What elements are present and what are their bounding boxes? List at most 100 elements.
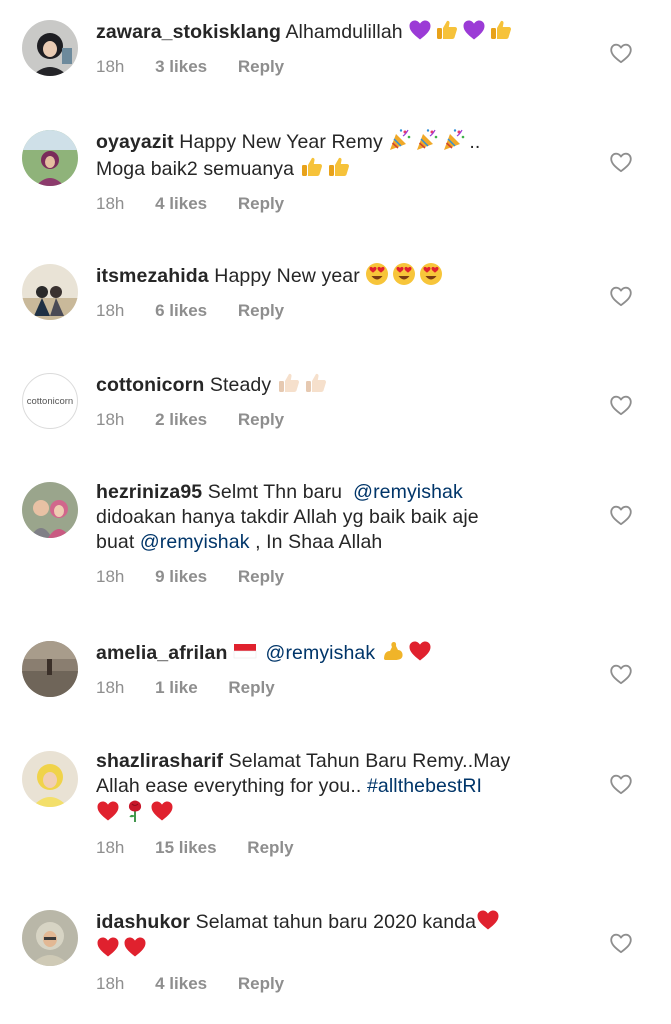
reply-button[interactable]: Reply — [238, 410, 284, 430]
comment-meta: 18h 4 likes Reply — [96, 974, 566, 994]
comment-body: oyayazit Happy New Year Remy .. Moga bai… — [96, 128, 566, 214]
reply-button[interactable]: Reply — [238, 301, 284, 321]
comment-body: idashukor Selamat tahun baru 2020 kanda … — [96, 908, 566, 994]
timestamp: 18h — [96, 838, 125, 857]
mention-link[interactable]: @remyishak — [353, 481, 463, 503]
flexed-biceps-icon — [381, 639, 405, 663]
username[interactable]: oyayazit — [96, 131, 174, 153]
comment-text: buat — [96, 531, 135, 553]
thumbs-up-icon — [435, 18, 459, 42]
likes-count[interactable]: 15 likes — [155, 838, 216, 858]
username[interactable]: idashukor — [96, 911, 190, 933]
username[interactable]: zawara_stokisklang — [96, 21, 281, 43]
reply-button[interactable]: Reply — [238, 57, 284, 77]
likes-count[interactable]: 4 likes — [155, 974, 207, 994]
reply-button[interactable]: Reply — [238, 194, 284, 214]
timestamp: 18h — [96, 678, 125, 697]
reply-button[interactable]: Reply — [247, 838, 293, 858]
heart-eyes-icon — [392, 262, 416, 286]
likes-count[interactable]: 4 likes — [155, 194, 207, 214]
avatar-logo-text: cottonicorn — [26, 395, 74, 407]
red-heart-icon — [150, 799, 174, 823]
thumbs-up-icon — [277, 371, 301, 395]
timestamp: 18h — [96, 567, 125, 586]
likes-count[interactable]: 2 likes — [155, 410, 207, 430]
comment-text: .. — [469, 131, 481, 153]
avatar[interactable] — [22, 641, 78, 697]
username[interactable]: itsmezahida — [96, 265, 209, 287]
comment-text: didoakan hanya takdir Allah yg baik baik… — [96, 506, 479, 528]
hashtag-link[interactable]: #allthebestRI — [367, 775, 482, 797]
comment-meta: 18h 3 likes Reply — [96, 57, 566, 77]
avatar[interactable] — [22, 482, 78, 538]
comment-text: Steady — [209, 374, 272, 396]
flag-indonesia-icon — [233, 639, 257, 663]
red-heart-icon — [476, 908, 500, 932]
comment-text: Moga baik2 semuanya — [96, 158, 295, 180]
rose-icon — [123, 799, 147, 823]
mention-link[interactable]: @remyishak — [140, 531, 250, 553]
avatar[interactable] — [22, 130, 78, 186]
comment-body: hezriniza95 Selmt Thn baru @remyishak di… — [96, 480, 566, 587]
username[interactable]: cottonicorn — [96, 374, 204, 396]
username[interactable]: hezriniza95 — [96, 481, 202, 503]
heart-eyes-icon — [365, 262, 389, 286]
likes-count[interactable]: 3 likes — [155, 57, 207, 77]
likes-count[interactable]: 1 like — [155, 678, 198, 698]
comment-text: Alhamdulillah — [285, 21, 403, 43]
avatar[interactable] — [22, 20, 78, 76]
thumbs-up-icon — [304, 371, 328, 395]
comment-body: amelia_afrilan @remyishak 18h 1 like Rep… — [96, 639, 566, 698]
comment-text: , In Shaa Allah — [255, 531, 383, 553]
comment-body: zawara_stokisklang Alhamdulillah 18h 3 l… — [96, 18, 566, 77]
red-heart-icon — [123, 935, 147, 959]
like-heart-icon[interactable] — [609, 151, 633, 173]
party-popper-icon — [442, 128, 466, 152]
like-heart-icon[interactable] — [609, 394, 633, 416]
like-heart-icon[interactable] — [609, 504, 633, 526]
avatar[interactable] — [22, 910, 78, 966]
comment-text: Happy New year — [214, 265, 360, 287]
avatar[interactable] — [22, 264, 78, 320]
reply-button[interactable]: Reply — [238, 567, 284, 587]
thumbs-up-icon — [300, 155, 324, 179]
comment-text: Allah ease everything for you.. — [96, 775, 362, 797]
comment-body: itsmezahida Happy New year 18h 6 likes R… — [96, 262, 566, 321]
red-heart-icon — [408, 639, 432, 663]
likes-count[interactable]: 6 likes — [155, 301, 207, 321]
like-heart-icon[interactable] — [609, 773, 633, 795]
comment-meta: 18h 15 likes Reply — [96, 838, 566, 858]
reply-button[interactable]: Reply — [238, 974, 284, 994]
like-heart-icon[interactable] — [609, 285, 633, 307]
comment-body: cottonicorn Steady 18h 2 likes Reply — [96, 371, 566, 430]
comment-text: Selamat tahun baru 2020 kanda — [195, 911, 477, 933]
timestamp: 18h — [96, 194, 125, 213]
comment-meta: 18h 1 like Reply — [96, 678, 566, 698]
likes-count[interactable]: 9 likes — [155, 567, 207, 587]
like-heart-icon[interactable] — [609, 42, 633, 64]
comment-text: Selmt Thn baru — [207, 481, 343, 503]
like-heart-icon[interactable] — [609, 932, 633, 954]
party-popper-icon — [388, 128, 412, 152]
heart-eyes-icon — [419, 262, 443, 286]
avatar[interactable]: cottonicorn — [22, 373, 78, 429]
username[interactable]: amelia_afrilan — [96, 642, 227, 664]
mention-link[interactable]: @remyishak — [266, 642, 376, 664]
comment-text: Selamat Tahun Baru Remy..May — [228, 750, 511, 772]
comment-text: Happy New Year Remy — [179, 131, 383, 153]
timestamp: 18h — [96, 974, 125, 993]
reply-button[interactable]: Reply — [228, 678, 274, 698]
timestamp: 18h — [96, 301, 125, 320]
username[interactable]: shazlirasharif — [96, 750, 223, 772]
comment-meta: 18h 9 likes Reply — [96, 567, 566, 587]
comment-meta: 18h 6 likes Reply — [96, 301, 566, 321]
thumbs-up-icon — [327, 155, 351, 179]
like-heart-icon[interactable] — [609, 663, 633, 685]
party-popper-icon — [415, 128, 439, 152]
avatar[interactable] — [22, 751, 78, 807]
red-heart-icon — [96, 935, 120, 959]
purple-heart-icon — [408, 18, 432, 42]
comment-meta: 18h 2 likes Reply — [96, 410, 566, 430]
timestamp: 18h — [96, 410, 125, 429]
thumbs-up-icon — [489, 18, 513, 42]
